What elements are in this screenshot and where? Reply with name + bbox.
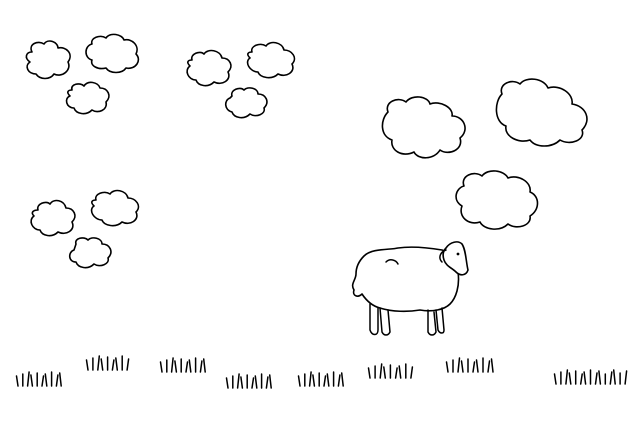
- grass-blades: [367, 363, 414, 379]
- cloud: [246, 41, 296, 79]
- cloud: [186, 49, 232, 87]
- grass-row: [15, 355, 628, 389]
- grass-tuft: [15, 371, 62, 387]
- grass-tuft: [445, 357, 494, 373]
- doodle-scene: [0, 0, 640, 427]
- grass-blades: [445, 357, 494, 373]
- sheep-leg: [427, 309, 437, 336]
- grass-blades: [553, 369, 628, 385]
- cloud: [25, 40, 71, 80]
- cloud: [495, 78, 588, 147]
- cloud: [224, 87, 268, 119]
- grass-blades: [159, 357, 206, 373]
- grass-tuft: [85, 355, 130, 371]
- cloud: [68, 237, 112, 269]
- cloud: [455, 170, 539, 230]
- cloud: [65, 81, 110, 115]
- cloud: [85, 33, 140, 74]
- sheep-eye: [456, 252, 460, 256]
- cloud-group-left: [30, 189, 140, 269]
- sheep: [351, 241, 469, 336]
- grass-tuft: [225, 373, 272, 389]
- grass-tuft: [159, 357, 206, 373]
- cloud: [30, 199, 76, 237]
- sheep-leg: [435, 307, 445, 334]
- cloud-group-right: [381, 78, 588, 230]
- cloud-group-top-left: [25, 33, 140, 115]
- grass-blades: [85, 355, 130, 371]
- grass-blades: [297, 371, 344, 387]
- cloud: [381, 96, 466, 159]
- grass-tuft: [297, 371, 344, 387]
- grass-tuft: [367, 363, 414, 379]
- grass-tuft: [553, 369, 628, 385]
- cloud-group-top-middle: [186, 41, 296, 119]
- sheep-leg: [369, 303, 379, 336]
- cloud: [90, 189, 140, 227]
- grass-blades: [225, 373, 272, 389]
- sheep-leg: [379, 307, 391, 336]
- grass-blades: [15, 371, 62, 387]
